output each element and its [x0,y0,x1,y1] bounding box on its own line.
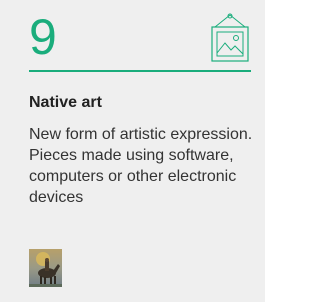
category-number: 9 [29,9,57,65]
category-title: Native art [29,94,102,111]
artwork-thumbnail[interactable] [29,249,62,287]
category-description: New form of artistic expression. Pieces … [29,126,253,206]
framed-picture-icon [211,13,249,62]
artwork-image [29,249,62,287]
art-category-card: 9 Native art New form of artistic expres… [0,0,265,302]
divider [29,70,251,72]
